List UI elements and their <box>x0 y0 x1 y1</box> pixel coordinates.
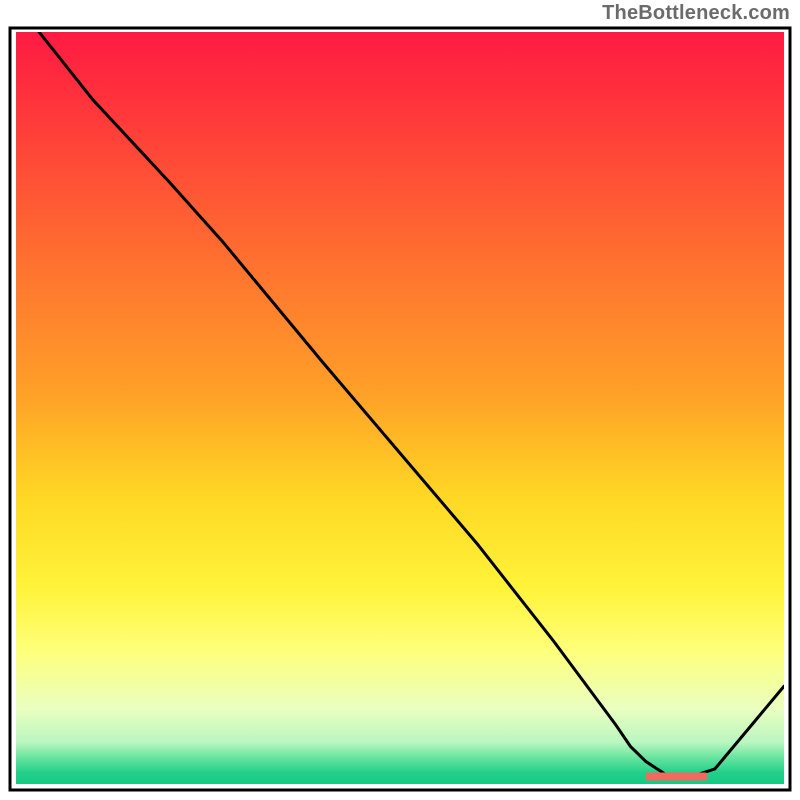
attribution-text: TheBottleneck.com <box>602 2 790 25</box>
flat-segment-marker <box>646 772 707 780</box>
chart-container: TheBottleneck.com <box>0 0 800 800</box>
chart-svg <box>0 0 800 800</box>
gradient-background <box>16 32 784 784</box>
